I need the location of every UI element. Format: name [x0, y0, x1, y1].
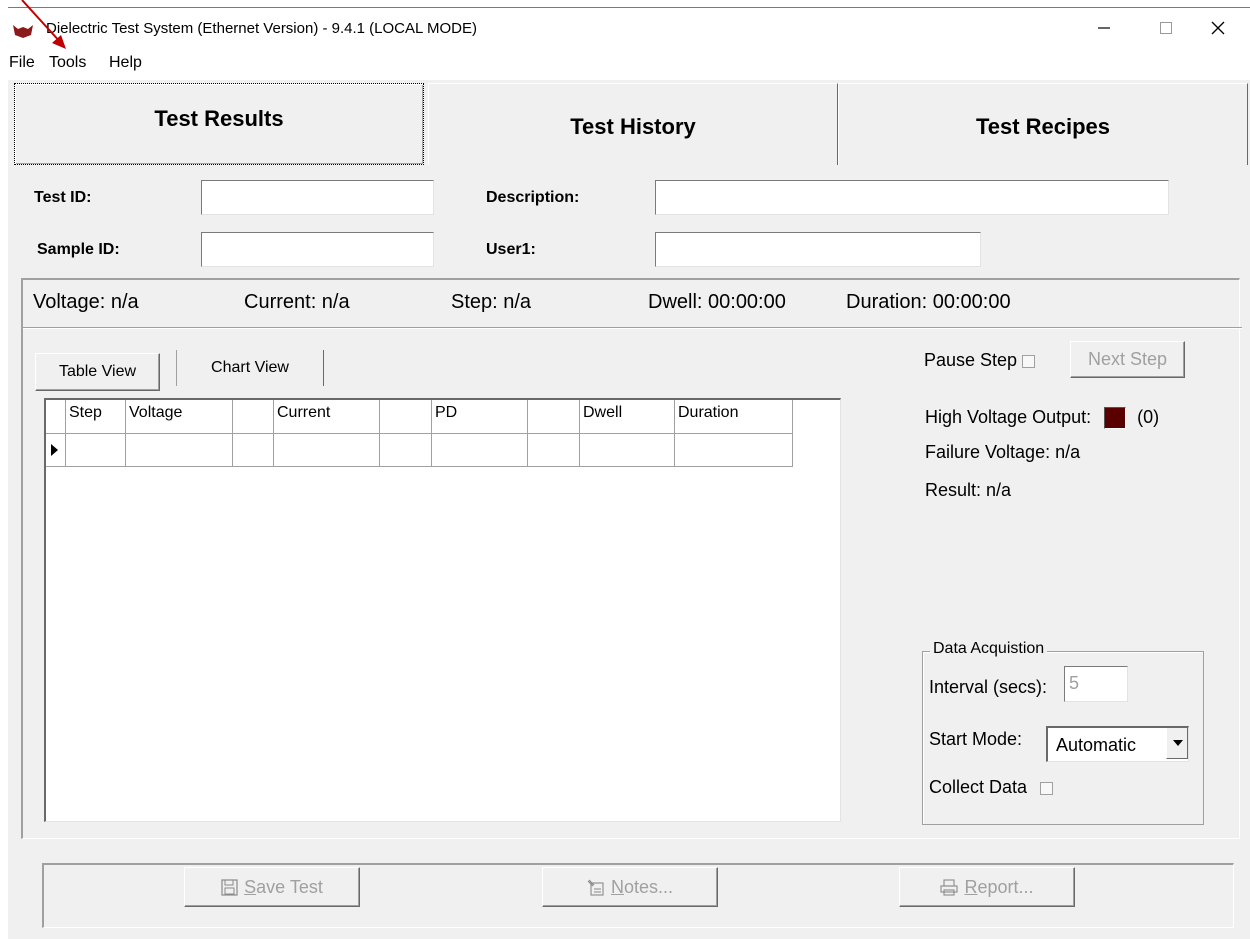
window-title: Dielectric Test System (Ethernet Version… — [46, 20, 477, 37]
column-header[interactable]: Dwell — [580, 400, 675, 434]
tab-test-recipes-label: Test Recipes — [975, 114, 1111, 139]
save-test-button[interactable]: Save Test — [184, 867, 360, 907]
report-label: Report... — [964, 876, 1034, 897]
grid-corner — [46, 400, 66, 434]
failure-voltage: Failure Voltage: n/a — [925, 442, 1081, 462]
tab-test-history[interactable]: Test History — [428, 83, 838, 165]
maximize-button[interactable] — [1138, 8, 1194, 48]
column-header[interactable] — [528, 400, 580, 434]
voltage-status: Voltage: n/a — [33, 291, 139, 313]
minimize-icon — [1098, 27, 1110, 29]
table-row[interactable] — [46, 434, 793, 467]
collect-data-checkbox[interactable] — [1040, 781, 1054, 795]
high-voltage-output-row: High Voltage Output: (0) — [925, 407, 1160, 430]
interval-label: Interval (secs): — [929, 677, 1048, 697]
tab-chart-view[interactable]: Chart View — [176, 350, 324, 386]
sample-id-label: Sample ID: — [37, 241, 120, 258]
test-id-label: Test ID: — [34, 189, 92, 206]
interval-input[interactable]: 5 — [1064, 666, 1128, 702]
tab-test-results[interactable]: Test Results — [14, 83, 424, 165]
user1-label: User1: — [486, 241, 536, 258]
row-selector[interactable] — [46, 434, 66, 467]
column-header[interactable]: Current — [274, 400, 380, 434]
interval-value: 5 — [1069, 673, 1080, 693]
next-step-label: Next Step — [1087, 349, 1168, 369]
high-voltage-output-label: High Voltage Output: — [925, 407, 1092, 427]
column-header[interactable] — [380, 400, 432, 434]
step-status: Step: n/a — [451, 291, 532, 313]
grid-cell[interactable] — [380, 434, 432, 467]
result-status: Result: n/a — [925, 480, 1012, 500]
current-status: Current: n/a — [244, 291, 350, 313]
column-header[interactable] — [233, 400, 274, 434]
sample-id-input[interactable] — [201, 232, 434, 267]
floppy-disk-icon — [221, 878, 238, 896]
duration-status: Duration: 00:00:00 — [846, 291, 1011, 313]
dropdown-arrow-icon[interactable] — [1166, 728, 1188, 759]
high-voltage-count: (0) — [1137, 407, 1160, 427]
notes-icon — [587, 879, 604, 896]
notes-label: Notes... — [610, 876, 674, 897]
minimize-button[interactable] — [1076, 8, 1132, 48]
app-logo-icon — [13, 25, 33, 38]
pause-step-label: Pause Step — [924, 350, 1018, 370]
close-button[interactable] — [1190, 8, 1246, 48]
results-grid[interactable]: Step Voltage Current PD Dwell Duration — [44, 398, 841, 822]
notes-button[interactable]: Notes... — [542, 867, 718, 907]
grid-cell[interactable] — [233, 434, 274, 467]
grid-cell[interactable] — [528, 434, 580, 467]
close-icon — [1211, 21, 1225, 35]
grid-header-row: Step Voltage Current PD Dwell Duration — [46, 400, 793, 434]
menu-help[interactable]: Help — [109, 54, 142, 72]
collect-data-control[interactable]: Collect Data — [929, 777, 1054, 798]
collect-data-label: Collect Data — [929, 777, 1028, 797]
test-id-input[interactable] — [201, 180, 434, 215]
save-test-label: Save Test — [244, 876, 323, 897]
start-mode-select[interactable]: Automatic — [1046, 726, 1189, 762]
report-button[interactable]: Report... — [899, 867, 1075, 907]
report-printer-icon — [940, 878, 959, 896]
tab-table-view[interactable]: Table View — [35, 353, 160, 391]
grid-cell[interactable] — [66, 434, 126, 467]
column-header[interactable]: Voltage — [126, 400, 233, 434]
grid-cell[interactable] — [580, 434, 675, 467]
tab-chart-view-label: Chart View — [211, 359, 289, 376]
tab-test-history-label: Test History — [570, 114, 696, 139]
user1-input[interactable] — [655, 232, 981, 267]
grid-cell[interactable] — [126, 434, 233, 467]
menu-bar: File Tools Help — [8, 48, 1250, 80]
start-mode-value: Automatic — [1056, 735, 1137, 755]
column-header[interactable]: PD — [432, 400, 528, 434]
tab-table-view-label: Table View — [58, 363, 137, 380]
row-pointer-icon — [51, 444, 58, 456]
title-bar: Dielectric Test System (Ethernet Version… — [8, 8, 1250, 48]
description-input[interactable] — [655, 180, 1169, 215]
menu-tools[interactable]: Tools — [49, 54, 86, 72]
maximize-icon — [1160, 22, 1172, 34]
grid-cell[interactable] — [432, 434, 528, 467]
next-step-button[interactable]: Next Step — [1070, 341, 1185, 378]
tab-test-recipes[interactable]: Test Recipes — [838, 83, 1248, 165]
high-voltage-led-icon — [1104, 407, 1127, 430]
pause-step-checkbox[interactable] — [1022, 354, 1036, 368]
description-label: Description: — [486, 189, 580, 206]
grid-cell[interactable] — [274, 434, 380, 467]
pause-step-control[interactable]: Pause Step — [924, 350, 1036, 371]
app-window: Dielectric Test System (Ethernet Version… — [8, 8, 1250, 939]
column-header[interactable]: Duration — [675, 400, 793, 434]
status-divider — [23, 327, 1242, 329]
data-acquisition-title: Data Acquistion — [930, 640, 1048, 658]
grid-cell[interactable] — [675, 434, 793, 467]
column-header[interactable]: Step — [66, 400, 126, 434]
dwell-status: Dwell: 00:00:00 — [648, 291, 786, 313]
tab-test-results-label: Test Results — [154, 106, 284, 131]
start-mode-label: Start Mode: — [929, 729, 1023, 749]
menu-file[interactable]: File — [9, 54, 35, 72]
